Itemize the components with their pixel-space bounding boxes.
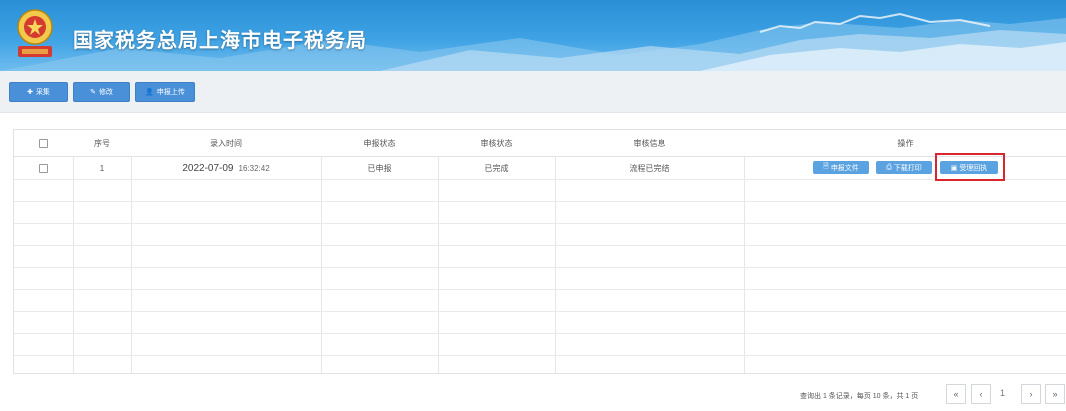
- last-page-button[interactable]: »: [1045, 384, 1065, 404]
- user-upload-icon: 👤: [145, 89, 154, 96]
- row-divider: [14, 245, 1066, 246]
- toolbar: ✚ 采集 ✎ 修改 👤 申报上传: [0, 71, 1066, 113]
- row-divider: [14, 311, 1066, 312]
- edit-button[interactable]: ✎ 修改: [73, 82, 130, 102]
- pagination-info: 查询出 1 条记录，每页 10 条，共 1 页: [800, 393, 919, 400]
- row-divider: [14, 267, 1066, 268]
- collect-button[interactable]: ✚ 采集: [9, 82, 68, 102]
- header-entry-time: 录入时间: [210, 139, 242, 148]
- print-icon: ⎙: [886, 163, 892, 171]
- row-checkbox[interactable]: [39, 163, 48, 173]
- col-divider: [744, 130, 745, 373]
- declare-file-label: 申报文件: [830, 164, 859, 172]
- row-entry-time: 2022-07-09 16:32:42: [131, 157, 321, 179]
- row-declare-status: 已申报: [367, 163, 392, 173]
- download-print-button[interactable]: ⎙ 下载打印: [876, 161, 932, 174]
- header-review-status: 审核状态: [480, 139, 513, 148]
- header-banner: 国家税务总局上海市电子税务局: [0, 0, 1066, 71]
- edit-icon: ✎: [90, 89, 96, 96]
- edit-button-label: 修改: [98, 89, 113, 96]
- header-review-info: 审核信息: [633, 139, 666, 148]
- row-index: 1: [99, 163, 105, 173]
- row-review-status: 已完成: [484, 163, 509, 173]
- plus-icon: ✚: [27, 89, 33, 96]
- document-icon: 🗎: [823, 163, 829, 170]
- row-divider: [14, 289, 1066, 290]
- next-page-button[interactable]: ›: [1021, 384, 1041, 404]
- tax-emblem-icon: [12, 7, 58, 59]
- entry-date: 2022-07-09: [182, 162, 234, 174]
- header-index: 序号: [94, 139, 110, 148]
- declare-file-button[interactable]: 🗎 申报文件: [813, 161, 869, 174]
- current-page[interactable]: 1: [1000, 388, 1005, 398]
- table-header: 序号 录入时间 申报状态 审核状态 审核信息 操作: [14, 130, 1066, 157]
- row-divider: [14, 223, 1066, 224]
- highlight-box: [935, 153, 1005, 181]
- row-divider: [14, 179, 1066, 180]
- row-divider: [14, 355, 1066, 356]
- row-divider: [14, 201, 1066, 202]
- declare-upload-button[interactable]: 👤 申报上传: [135, 82, 195, 102]
- entry-time: 16:32:42: [238, 163, 270, 173]
- header-actions: 操作: [897, 139, 914, 148]
- page-title: 国家税务总局上海市电子税务局: [73, 28, 367, 52]
- prev-page-button[interactable]: ‹: [971, 384, 991, 404]
- first-page-button[interactable]: «: [946, 384, 966, 404]
- download-print-label: 下载打印: [893, 164, 922, 172]
- row-select-cell: [14, 157, 73, 179]
- row-divider: [14, 333, 1066, 334]
- declare-upload-button-label: 申报上传: [156, 89, 185, 96]
- header-declare-status: 申报状态: [363, 139, 396, 148]
- select-all-cell: [14, 130, 73, 157]
- select-all-checkbox[interactable]: [39, 139, 48, 148]
- collect-button-label: 采集: [35, 89, 50, 96]
- row-review-info: 流程已完结: [629, 163, 670, 173]
